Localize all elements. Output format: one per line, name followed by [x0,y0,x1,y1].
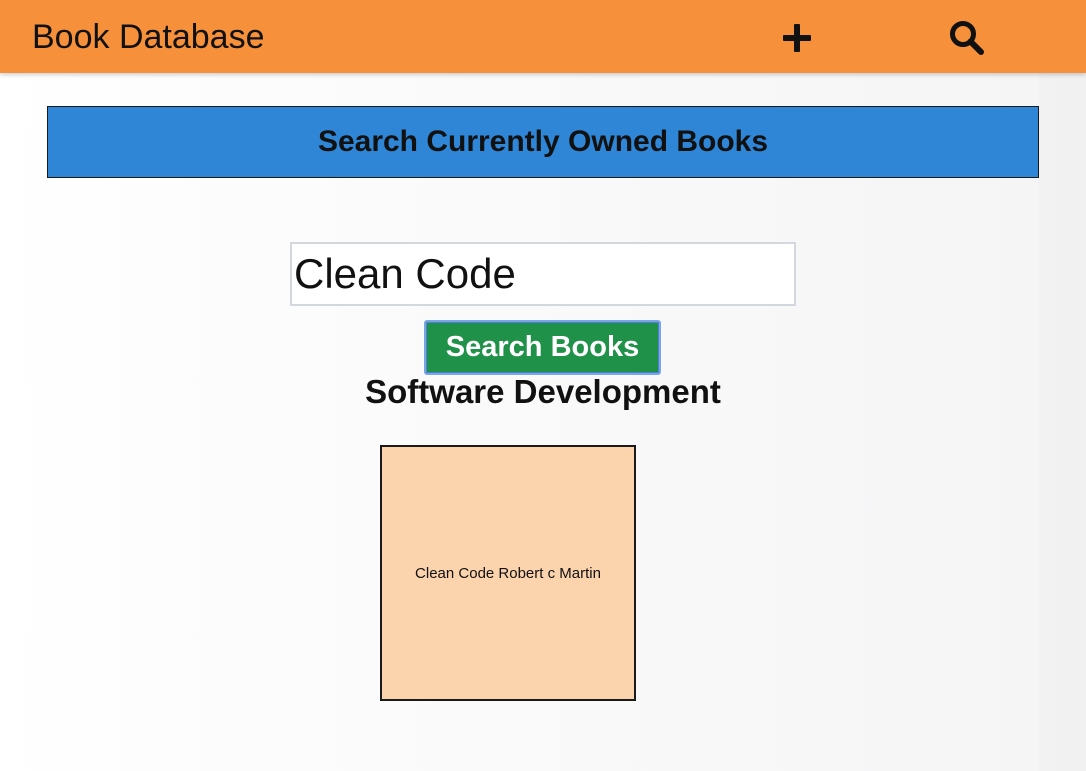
plus-icon [783,24,811,52]
app-title: Book Database [32,18,265,56]
category-heading: Software Development [365,373,721,410]
search-nav-button[interactable] [948,19,986,57]
top-app-bar: Book Database [0,0,1086,73]
search-books-button[interactable]: Search Books [424,320,661,375]
section-title: Search Currently Owned Books [317,125,769,158]
magnifier-icon [950,21,984,55]
section-banner: Search Currently Owned Books [47,106,1039,178]
book-card[interactable]: Clean Code Robert c Martin [380,445,636,701]
book-card-label: Clean Code Robert c Martin [415,564,601,582]
search-input[interactable] [290,242,796,306]
add-book-button[interactable] [778,19,816,57]
